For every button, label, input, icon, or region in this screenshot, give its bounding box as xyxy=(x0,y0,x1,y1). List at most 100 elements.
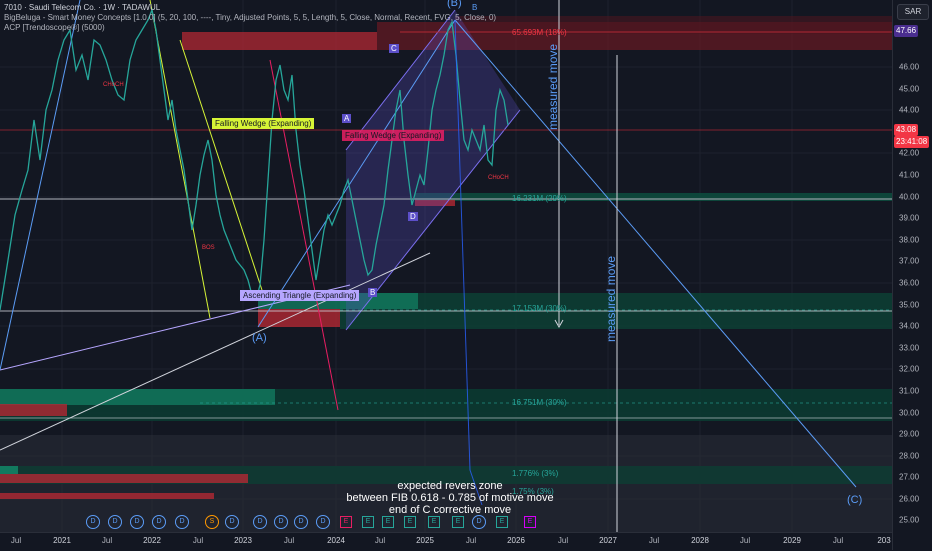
time-tick: Jul xyxy=(557,536,569,545)
time-tick: 2021 xyxy=(53,536,71,545)
ob-zone-34-red xyxy=(258,309,340,327)
level-badge: 47.66 xyxy=(894,25,919,37)
dividend-marker[interactable]: D xyxy=(175,515,189,529)
time-tick: Jul xyxy=(192,536,204,545)
ob-zone-26-red xyxy=(0,493,214,499)
time-tick: 2026 xyxy=(507,536,525,545)
price-tick: 36.00 xyxy=(899,278,920,288)
time-tick: 203 xyxy=(877,536,891,545)
note-line: expected revers zone xyxy=(397,480,503,492)
fib-label-2: 16.231M (29%) xyxy=(512,194,567,203)
time-tick: 2027 xyxy=(599,536,617,545)
price-tick: 44.00 xyxy=(899,105,920,115)
pivot-b-top: B xyxy=(472,3,478,12)
falling-wedge-line-2 xyxy=(179,39,263,291)
price-tick: 39.00 xyxy=(899,213,920,223)
dividend-marker[interactable]: D xyxy=(130,515,144,529)
note-line: end of C corrective move xyxy=(388,504,512,516)
indicator-acp[interactable]: ACP [Trendoscope®] (5000) xyxy=(4,23,496,33)
pink-line xyxy=(269,59,339,411)
fib-label-4: 16.751M (30%) xyxy=(512,398,567,407)
price-axis[interactable]: 46.00 45.00 44.00 42.00 41.00 40.00 39.0… xyxy=(892,0,932,550)
price-tick: 28.00 xyxy=(899,451,920,461)
time-tick: Jul xyxy=(374,536,386,545)
measured-move-label-2: measured move xyxy=(604,255,618,342)
time-tick: 2029 xyxy=(783,536,801,545)
time-axis[interactable]: Jul 2021 Jul 2022 Jul 2023 Jul 2024 Jul … xyxy=(0,532,892,551)
price-tick: 41.00 xyxy=(899,170,920,180)
last-price-badge: 43.08 xyxy=(894,124,919,136)
price-chart[interactable] xyxy=(0,0,892,532)
price-tick: 27.00 xyxy=(899,472,920,482)
price-tick: 37.00 xyxy=(899,256,920,266)
bar-countdown-badge: 23:41:08 xyxy=(894,136,930,148)
bos-label: BOS xyxy=(202,245,215,251)
dividend-marker[interactable]: D xyxy=(274,515,288,529)
note-line: between FIB 0.618 - 0.785 of motive move xyxy=(346,492,554,504)
earnings-marker[interactable]: E xyxy=(524,516,536,528)
dividend-marker[interactable]: D xyxy=(108,515,122,529)
time-tick: Jul xyxy=(832,536,844,545)
price-tick: 46.00 xyxy=(899,62,920,72)
channel-fill xyxy=(346,10,520,330)
price-tick: 38.00 xyxy=(899,235,920,245)
measured-move-label-1: measured move xyxy=(546,43,560,130)
currency-button[interactable]: SAR xyxy=(897,4,929,20)
price-tick: 45.00 xyxy=(899,84,920,94)
dividend-marker[interactable]: D xyxy=(225,515,239,529)
price-tick: 34.00 xyxy=(899,321,920,331)
price-tick: 42.00 xyxy=(899,148,920,158)
fib-label-1: 65.693M (18%) xyxy=(512,28,567,37)
dividend-marker[interactable]: D xyxy=(253,515,267,529)
ob-zone-30-red xyxy=(0,404,67,416)
price-tick: 40.00 xyxy=(899,192,920,202)
demand-zone-27-bright xyxy=(0,466,18,474)
time-tick: Jul xyxy=(10,536,22,545)
pivot-b: B xyxy=(368,288,378,297)
earnings-marker[interactable]: E xyxy=(496,516,508,528)
price-tick: 31.00 xyxy=(899,386,920,396)
earnings-marker[interactable]: E xyxy=(362,516,374,528)
time-tick: 2024 xyxy=(327,536,345,545)
demand-zone-30-bright xyxy=(0,389,275,405)
price-tick: 26.00 xyxy=(899,494,920,504)
ob-zone-27-red xyxy=(0,474,248,483)
ascending-triangle-label[interactable]: Ascending Triangle (Expanding) xyxy=(240,290,360,301)
symbol-line[interactable]: 7010 · Saudi Telecom Co. · 1W · TADAWUL xyxy=(4,3,496,13)
ob-zone-top xyxy=(182,32,377,50)
pivot-a: A xyxy=(342,114,352,123)
falling-wedge-label-2[interactable]: Falling Wedge (Expanding) xyxy=(342,130,445,141)
wave-b-label: (B) xyxy=(447,0,462,9)
dividend-marker[interactable]: D xyxy=(294,515,308,529)
chart-area[interactable]: 7010 · Saudi Telecom Co. · 1W · TADAWUL … xyxy=(0,0,892,532)
earnings-marker[interactable]: E xyxy=(404,516,416,528)
time-tick: Jul xyxy=(101,536,113,545)
dividend-marker[interactable]: D xyxy=(152,515,166,529)
earnings-marker[interactable]: E xyxy=(428,516,440,528)
earnings-marker[interactable]: E xyxy=(452,516,464,528)
earnings-marker[interactable]: E xyxy=(340,516,352,528)
falling-wedge-label-1[interactable]: Falling Wedge (Expanding) xyxy=(212,118,315,129)
time-tick: Jul xyxy=(283,536,295,545)
dividend-marker[interactable]: D xyxy=(472,515,486,529)
price-tick: 35.00 xyxy=(899,300,920,310)
choch-label-2: CHoCH xyxy=(488,175,509,181)
choch-label-1: CHoCH xyxy=(103,82,124,88)
time-tick: Jul xyxy=(465,536,477,545)
time-tick: 2025 xyxy=(416,536,434,545)
time-tick: 2022 xyxy=(143,536,161,545)
wave-a-label: (A) xyxy=(252,332,267,344)
fib-label-3: 17.153M (30%) xyxy=(512,304,567,313)
dividend-marker[interactable]: D xyxy=(86,515,100,529)
split-marker[interactable]: S xyxy=(205,515,219,529)
dividend-marker[interactable]: D xyxy=(316,515,330,529)
earnings-marker[interactable]: E xyxy=(382,516,394,528)
price-tick: 30.00 xyxy=(899,408,920,418)
time-tick: Jul xyxy=(739,536,751,545)
pivot-c: C xyxy=(389,44,399,53)
chart-legend: 7010 · Saudi Telecom Co. · 1W · TADAWUL … xyxy=(4,3,496,33)
indicator-smc[interactable]: BigBeluga - Smart Money Concepts [1.0.0]… xyxy=(4,13,496,23)
time-tick: 2023 xyxy=(234,536,252,545)
pivot-d: D xyxy=(408,212,418,221)
elliott-line-1 xyxy=(0,0,81,371)
